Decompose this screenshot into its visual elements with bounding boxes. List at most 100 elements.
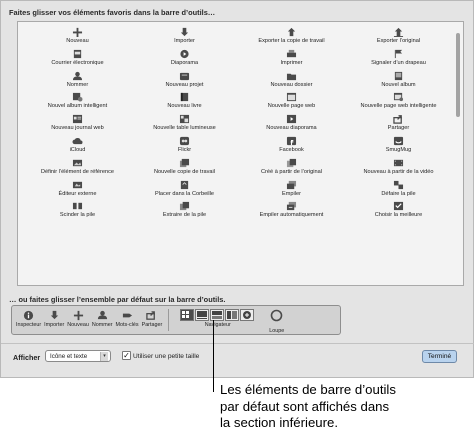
show-mode-value: Icône et texte	[50, 353, 88, 360]
palette-item[interactable]: Flickr	[131, 136, 238, 158]
palette-item-label: Exporter la copie de travail	[258, 38, 325, 44]
palette-item[interactable]: Nouvelle copie de travail	[131, 158, 238, 180]
palette-item[interactable]: Facebook	[238, 136, 345, 158]
palette-item[interactable]: SmugMug	[345, 136, 452, 158]
palette-item[interactable]: Créé à partir de l’original	[238, 158, 345, 180]
bottom-controls: Afficher Icône et texte ▾ ✓ Utiliser une…	[1, 343, 474, 379]
scrollbar-thumb[interactable]	[456, 33, 460, 117]
stack-icon	[286, 180, 298, 190]
browser-icon[interactable]	[225, 309, 240, 321]
palette-item[interactable]: Scinder la pile	[24, 201, 131, 223]
palette-item-label: Choisir la meilleure	[374, 212, 423, 219]
palette-item-label: Nouveau diaporama	[266, 125, 317, 132]
callout-text: Les éléments de barre d’outils par défau…	[220, 382, 396, 432]
select-arrows-icon: ▾	[100, 352, 108, 361]
palette-item[interactable]: Nouvel album intelligent	[24, 92, 131, 114]
customize-toolbar-sheet: Faites glisser vos éléments favoris dans…	[0, 0, 474, 378]
palette-item[interactable]: Nouveau journal web	[24, 114, 131, 136]
default-toolbar-set[interactable]: Inspecteur Importer Nouveau Nommer Mots-clés…	[11, 305, 341, 335]
loupe-button[interactable]: Loupe	[269, 309, 284, 335]
light-table-icon	[179, 114, 191, 124]
palette-item[interactable]: Empiler automatiquement	[238, 201, 345, 223]
smart-webpage-icon	[393, 92, 405, 102]
drag-hint-text: Faites glisser vos éléments favoris dans…	[9, 8, 216, 17]
palette-item[interactable]: Empiler	[238, 180, 345, 202]
auto-stack-icon	[286, 201, 298, 211]
extract-icon	[179, 201, 191, 211]
palette-item-label: Nouvelle page web	[267, 103, 316, 110]
default-toolbar-item[interactable]: Partager	[142, 309, 162, 329]
viewer-icon[interactable]	[195, 309, 210, 321]
default-toolbar-item-label: Mots-clés	[115, 322, 139, 328]
split-stack-icon	[72, 201, 84, 211]
callout-line-1: Les éléments de barre d’outils	[220, 382, 396, 397]
palette-item[interactable]: Exporter la copie de travail	[238, 27, 345, 49]
duplicate-icon	[286, 158, 298, 168]
palette-item[interactable]: Nouveau	[24, 27, 131, 49]
palette-item[interactable]: Nouveau diaporama	[238, 114, 345, 136]
palette-item[interactable]: Nommer	[24, 71, 131, 93]
palette-item[interactable]: Exporter l’original	[345, 27, 452, 49]
palette-item-label: Partager	[387, 125, 410, 132]
palette-item-label: Nouvelle page web intelligente	[360, 103, 437, 110]
plus-icon	[71, 309, 85, 321]
import-arrow-icon	[47, 309, 61, 321]
palette-item-label: Signaler d’un drapeau	[371, 59, 426, 66]
palette-item[interactable]: Nouvelle page web intelligente	[345, 92, 452, 114]
show-label: Afficher	[13, 353, 41, 362]
palette-item[interactable]: Placer dans la Corbeille	[131, 180, 238, 202]
grid-view-icon[interactable]	[180, 309, 195, 321]
palette-item[interactable]: Défaire la pile	[345, 180, 452, 202]
flag-icon	[393, 49, 405, 59]
palette-item[interactable]: Éditeur externe	[24, 180, 131, 202]
best-pick-icon	[393, 201, 405, 211]
small-size-checkbox[interactable]: ✓	[122, 351, 131, 360]
palette-item[interactable]: Diaporama	[131, 49, 238, 71]
smugmug-icon	[393, 136, 405, 146]
version-icon	[179, 158, 191, 168]
default-toolbar-item[interactable]: Nouveau	[67, 309, 89, 329]
palette-item[interactable]: Nouvel album	[345, 71, 452, 93]
slideshow-play-icon	[179, 49, 191, 59]
default-toolbar-item[interactable]: Nommer	[92, 309, 113, 329]
palette-item[interactable]: Définir l’élément de référence	[24, 158, 131, 180]
navigator-buttons	[180, 309, 255, 321]
palette-item-label: Diaporama	[170, 59, 199, 66]
palette-item-label: Nouvel album	[381, 81, 416, 88]
palette-item[interactable]: Nouveau livre	[131, 92, 238, 114]
show-mode-select[interactable]: Icône et texte ▾	[45, 350, 111, 362]
palette-item-label: Nouveau journal web	[51, 125, 104, 132]
default-toolbar-item-label: Nouveau	[67, 322, 89, 328]
default-toolbar-item[interactable]: Inspecteur	[16, 309, 41, 329]
palette-item-label: Éditeur externe	[58, 190, 97, 197]
palette-item[interactable]: Nouveau dossier	[238, 71, 345, 93]
default-toolbar-item[interactable]: Mots-clés	[116, 309, 139, 329]
palette-item[interactable]: Nouvelle table lumineuse	[131, 114, 238, 136]
palette-item[interactable]: Nouveau projet	[131, 71, 238, 93]
map-icon[interactable]	[240, 309, 255, 321]
project-icon	[179, 71, 191, 81]
printer-icon	[286, 49, 298, 59]
palette-item[interactable]: Extraire de la pile	[131, 201, 238, 223]
palette-item-label: SmugMug	[385, 146, 412, 153]
new-slideshow-icon	[286, 114, 298, 124]
default-toolbar-item[interactable]: Importer	[44, 309, 64, 329]
palette-item[interactable]: iCloud	[24, 136, 131, 158]
navigator-group[interactable]: Navigateur	[180, 309, 255, 329]
palette-item[interactable]: Nouvelle page web	[238, 92, 345, 114]
palette-scrollbar[interactable]	[455, 25, 461, 282]
palette-item-label: Créé à partir de l’original	[261, 168, 322, 175]
palette-item[interactable]: Nouveau à partir de la vidéo	[345, 158, 452, 180]
palette-item[interactable]: Courrier électronique	[24, 49, 131, 71]
toolbar-separator	[168, 309, 170, 331]
default-toolbar-item-label: Importer	[44, 322, 65, 328]
palette-item[interactable]: Imprimer	[238, 49, 345, 71]
mail-icon	[72, 49, 84, 59]
palette-item[interactable]: Signaler d’un drapeau	[345, 49, 452, 71]
palette-item[interactable]: Importer	[131, 27, 238, 49]
done-button[interactable]: Terminé	[422, 350, 457, 363]
palette-item[interactable]: Choisir la meilleure	[345, 201, 452, 223]
palette-item[interactable]: Partager	[345, 114, 452, 136]
webpage-icon	[286, 92, 298, 102]
default-toolbar-item-label: Nommer	[91, 322, 113, 328]
